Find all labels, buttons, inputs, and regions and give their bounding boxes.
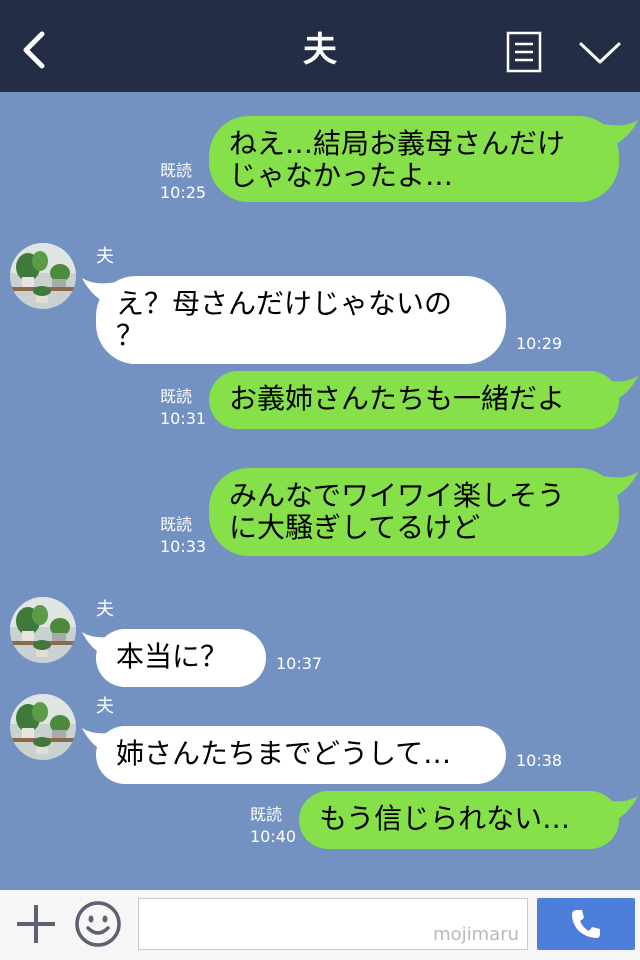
message-text[interactable]: え？母さんだけじゃないの ？ <box>96 276 506 364</box>
message-time: 10:38 <box>516 751 563 770</box>
message-time: 10:25 <box>160 183 207 202</box>
smile-icon[interactable] <box>74 900 122 948</box>
plant-avatar-icon <box>10 694 76 760</box>
read-status: 既読 <box>250 805 283 824</box>
message-text[interactable]: 姉さんたちまでどうして… <box>96 726 506 784</box>
call-button[interactable] <box>537 898 635 950</box>
plus-icon[interactable] <box>14 902 58 946</box>
chat-title: 夫 <box>303 30 337 70</box>
watermark: mojimaru <box>433 924 519 945</box>
avatar[interactable] <box>10 597 76 663</box>
read-status: 既読 <box>160 387 193 406</box>
message-meta: 既読 10:25 <box>160 160 206 204</box>
message-text[interactable]: ねえ…結局お義母さんだけ じゃなかったよ… <box>209 116 619 202</box>
chat-area[interactable]: 既読 10:25 ねえ…結局お義母さんだけ じゃなかったよ… 夫 え？母さんだけ… <box>0 92 640 890</box>
message-meta: 既読 10:31 <box>160 386 206 430</box>
input-bar: mojimaru <box>0 890 640 960</box>
plant-avatar-icon <box>10 597 76 663</box>
sender-name: 夫 <box>96 696 114 717</box>
message-text[interactable]: 本当に？ <box>96 629 266 687</box>
avatar[interactable] <box>10 694 76 760</box>
chevron-down-icon[interactable] <box>578 38 622 68</box>
message-input[interactable]: mojimaru <box>138 898 528 950</box>
message-time: 10:29 <box>516 334 563 353</box>
message-text[interactable]: みんなでワイワイ楽しそう に大騒ぎしてるけど <box>209 468 619 556</box>
message-meta: 既読 10:40 <box>250 804 296 848</box>
menu-icon[interactable] <box>506 31 542 73</box>
avatar[interactable] <box>10 243 76 309</box>
message-time: 10:40 <box>250 827 297 846</box>
message-time: 10:33 <box>160 537 207 556</box>
phone-icon <box>572 910 600 938</box>
plant-avatar-icon <box>10 243 76 309</box>
message-text[interactable]: もう信じられない… <box>299 791 619 849</box>
read-status: 既読 <box>160 161 193 180</box>
sender-name: 夫 <box>96 246 114 267</box>
sender-name: 夫 <box>96 599 114 620</box>
header-bar: 夫 <box>0 0 640 92</box>
message-time: 10:31 <box>160 409 207 428</box>
read-status: 既読 <box>160 515 193 534</box>
message-meta: 既読 10:33 <box>160 514 206 558</box>
message-text[interactable]: お義姉さんたちも一緒だよ <box>209 371 619 429</box>
message-time: 10:37 <box>276 654 323 673</box>
